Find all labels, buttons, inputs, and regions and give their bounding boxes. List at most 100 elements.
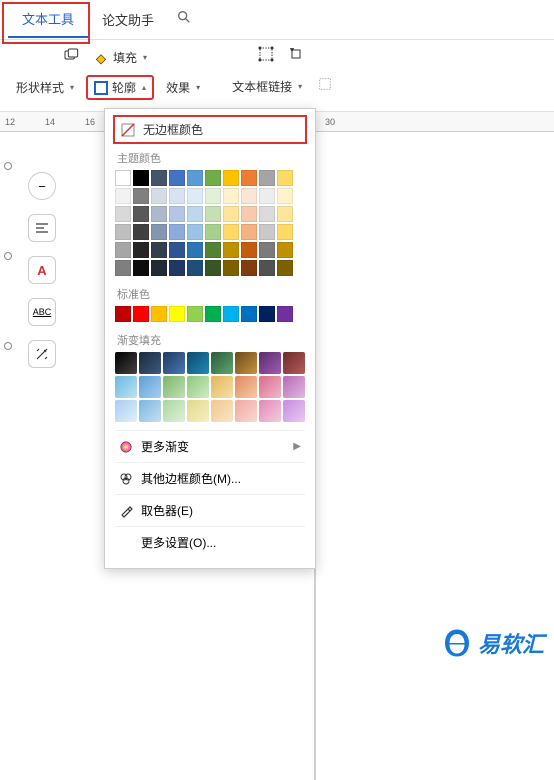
color-swatch[interactable] (259, 206, 275, 222)
color-swatch[interactable] (241, 206, 257, 222)
color-swatch[interactable] (151, 188, 167, 204)
tool-abc[interactable]: ABC (28, 298, 56, 326)
color-swatch[interactable] (187, 260, 203, 276)
color-swatch[interactable] (223, 260, 239, 276)
tool-text-a[interactable]: A (28, 256, 56, 284)
effect-button[interactable]: 效果▾ (160, 75, 206, 100)
gradient-swatch[interactable] (235, 400, 257, 422)
shape-style-button[interactable]: 形状样式▾ (10, 75, 80, 100)
selection-handle[interactable] (4, 162, 12, 170)
color-swatch[interactable] (223, 206, 239, 222)
color-swatch[interactable] (187, 170, 203, 186)
color-swatch[interactable] (187, 224, 203, 240)
color-swatch[interactable] (241, 188, 257, 204)
color-swatch[interactable] (259, 306, 275, 322)
color-swatch[interactable] (205, 224, 221, 240)
color-swatch[interactable] (205, 206, 221, 222)
color-swatch[interactable] (241, 242, 257, 258)
color-swatch[interactable] (115, 206, 131, 222)
gradient-swatch[interactable] (139, 376, 161, 398)
color-swatch[interactable] (259, 260, 275, 276)
tool-magic[interactable] (28, 340, 56, 368)
search-icon[interactable] (176, 9, 192, 30)
color-swatch[interactable] (115, 260, 131, 276)
color-swatch[interactable] (259, 188, 275, 204)
color-swatch[interactable] (169, 206, 185, 222)
color-swatch[interactable] (151, 224, 167, 240)
selection-handle[interactable] (4, 342, 12, 350)
rotate-icon[interactable] (288, 46, 304, 67)
color-swatch[interactable] (187, 188, 203, 204)
no-outline-option[interactable]: 无边框颜色 (113, 115, 307, 144)
color-swatch[interactable] (133, 206, 149, 222)
gradient-swatch[interactable] (211, 400, 233, 422)
gradient-swatch[interactable] (259, 352, 281, 374)
color-swatch[interactable] (133, 260, 149, 276)
gradient-swatch[interactable] (211, 352, 233, 374)
tab-text-tools[interactable]: 文本工具 (8, 1, 88, 38)
color-swatch[interactable] (241, 306, 257, 322)
color-swatch[interactable] (115, 224, 131, 240)
color-swatch[interactable] (169, 242, 185, 258)
color-swatch[interactable] (115, 188, 131, 204)
gradient-swatch[interactable] (283, 376, 305, 398)
color-swatch[interactable] (277, 306, 293, 322)
color-swatch[interactable] (115, 170, 131, 186)
gradient-swatch[interactable] (187, 400, 209, 422)
group-icon[interactable] (258, 46, 274, 67)
color-swatch[interactable] (259, 170, 275, 186)
color-swatch[interactable] (151, 306, 167, 322)
color-swatch[interactable] (223, 188, 239, 204)
outline-button[interactable]: 轮廓▴ (86, 75, 154, 100)
color-swatch[interactable] (205, 260, 221, 276)
color-swatch[interactable] (115, 242, 131, 258)
gradient-swatch[interactable] (283, 400, 305, 422)
color-swatch[interactable] (187, 306, 203, 322)
color-swatch[interactable] (169, 188, 185, 204)
color-swatch[interactable] (223, 224, 239, 240)
gradient-swatch[interactable] (187, 352, 209, 374)
gradient-swatch[interactable] (283, 352, 305, 374)
gradient-swatch[interactable] (115, 400, 137, 422)
color-swatch[interactable] (169, 170, 185, 186)
tab-paper-assistant[interactable]: 论文助手 (88, 2, 168, 37)
color-swatch[interactable] (277, 170, 293, 186)
gradient-swatch[interactable] (235, 352, 257, 374)
gradient-swatch[interactable] (163, 400, 185, 422)
color-swatch[interactable] (133, 170, 149, 186)
color-swatch[interactable] (133, 306, 149, 322)
color-swatch[interactable] (277, 188, 293, 204)
gradient-swatch[interactable] (139, 352, 161, 374)
gradient-swatch[interactable] (187, 376, 209, 398)
color-swatch[interactable] (151, 260, 167, 276)
tool-minus[interactable]: − (28, 172, 56, 200)
break-link-icon[interactable] (314, 73, 336, 100)
color-swatch[interactable] (241, 170, 257, 186)
color-swatch[interactable] (169, 260, 185, 276)
color-swatch[interactable] (205, 306, 221, 322)
gradient-swatch[interactable] (139, 400, 161, 422)
color-swatch[interactable] (133, 224, 149, 240)
gradient-swatch[interactable] (115, 352, 137, 374)
color-swatch[interactable] (241, 224, 257, 240)
color-swatch[interactable] (169, 306, 185, 322)
color-swatch[interactable] (259, 224, 275, 240)
more-settings-option[interactable]: 更多设置(O)... (115, 526, 305, 558)
gradient-swatch[interactable] (235, 376, 257, 398)
shape-style-icon[interactable] (63, 47, 79, 68)
color-swatch[interactable] (151, 242, 167, 258)
color-swatch[interactable] (187, 206, 203, 222)
fill-button[interactable]: 填充▾ (87, 46, 153, 69)
color-swatch[interactable] (223, 242, 239, 258)
color-swatch[interactable] (115, 306, 131, 322)
color-swatch[interactable] (277, 224, 293, 240)
textbox-link-button[interactable]: 文本框链接▾ (226, 73, 308, 100)
color-swatch[interactable] (133, 242, 149, 258)
color-picker-option[interactable]: 取色器(E) (115, 494, 305, 526)
gradient-swatch[interactable] (115, 376, 137, 398)
color-swatch[interactable] (169, 224, 185, 240)
selection-handle[interactable] (4, 252, 12, 260)
color-swatch[interactable] (277, 242, 293, 258)
gradient-swatch[interactable] (163, 376, 185, 398)
gradient-swatch[interactable] (259, 400, 281, 422)
